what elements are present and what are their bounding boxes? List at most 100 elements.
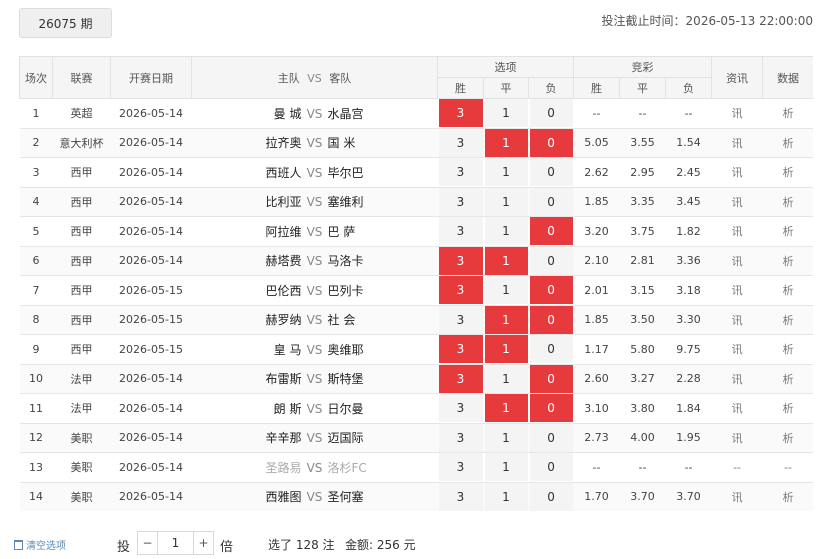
decrease-button[interactable]: −: [138, 532, 157, 554]
odds-draw: 3.75: [619, 216, 666, 247]
option-draw-button[interactable]: 1: [484, 335, 528, 364]
option-win-cell: 3: [437, 305, 484, 335]
option-draw-button[interactable]: 1: [484, 276, 528, 305]
option-win-button[interactable]: 3: [438, 482, 483, 511]
option-lose-button[interactable]: 0: [529, 217, 573, 246]
info-link[interactable]: 讯: [711, 187, 763, 217]
option-win-button[interactable]: 3: [438, 423, 483, 452]
match-no: 10: [19, 364, 53, 394]
option-win-button[interactable]: 3: [438, 394, 483, 423]
option-draw-cell: 1: [483, 334, 529, 365]
increase-button[interactable]: +: [194, 532, 213, 554]
data-link[interactable]: 析: [762, 246, 813, 276]
option-lose-button[interactable]: 0: [529, 453, 573, 482]
option-draw-button[interactable]: 1: [484, 305, 528, 334]
info-link[interactable]: 讯: [711, 157, 763, 188]
odds-win: 1.85: [573, 305, 620, 335]
option-draw-button[interactable]: 1: [484, 128, 528, 157]
info-link[interactable]: 讯: [711, 246, 763, 276]
away-team: 国 米: [327, 136, 356, 151]
option-win-cell: 3: [437, 364, 484, 394]
option-win-button[interactable]: 3: [438, 128, 483, 157]
data-link[interactable]: 析: [762, 187, 813, 217]
option-win-button[interactable]: 3: [438, 276, 483, 305]
option-win-button[interactable]: 3: [438, 217, 483, 246]
option-lose-button[interactable]: 0: [529, 99, 573, 128]
option-draw-button[interactable]: 1: [484, 394, 528, 423]
option-draw-button[interactable]: 1: [484, 99, 528, 128]
data-link[interactable]: 析: [762, 393, 813, 424]
home-team: 巴伦西: [265, 283, 302, 298]
home-team: 西班人: [265, 165, 302, 180]
odds-win: 1.85: [573, 187, 620, 217]
info-link[interactable]: 讯: [711, 98, 763, 129]
data-link[interactable]: 析: [762, 423, 813, 453]
data-link[interactable]: 析: [762, 334, 813, 365]
info-link[interactable]: 讯: [711, 364, 763, 394]
info-link[interactable]: 讯: [711, 334, 763, 365]
option-lose-button[interactable]: 0: [529, 158, 573, 187]
info-link[interactable]: 讯: [711, 216, 763, 247]
option-lose-button[interactable]: 0: [529, 305, 573, 334]
multiple-input[interactable]: 1: [157, 532, 194, 554]
match-teams: 拉齐奥 VS 国 米: [191, 128, 438, 158]
option-win-button[interactable]: 3: [438, 364, 483, 393]
match-no: 7: [19, 275, 53, 306]
option-lose-button[interactable]: 0: [529, 128, 573, 157]
data-link[interactable]: 析: [762, 157, 813, 188]
info-link[interactable]: 讯: [711, 305, 763, 335]
option-win-cell: 3: [437, 98, 484, 129]
header-league: 联赛: [52, 56, 111, 99]
data-link[interactable]: 析: [762, 98, 813, 129]
odds-win: 5.05: [573, 128, 620, 158]
away-team: 奥维耶: [327, 342, 364, 357]
info-link[interactable]: 讯: [711, 482, 763, 511]
data-link[interactable]: 析: [762, 275, 813, 306]
option-lose-button[interactable]: 0: [529, 246, 573, 275]
info-link[interactable]: 讯: [711, 423, 763, 453]
option-win-button[interactable]: 3: [438, 99, 483, 128]
info-link[interactable]: 讯: [711, 393, 763, 424]
match-row: 11 法甲 2026-05-14 朗 斯 VS 日尔曼 3 1 0 3.10 3.80 1.84 讯析: [19, 393, 813, 424]
option-draw-button[interactable]: 1: [484, 187, 528, 216]
option-win-button[interactable]: 3: [438, 246, 483, 275]
data-link[interactable]: 析: [762, 482, 813, 511]
data-link[interactable]: 析: [762, 364, 813, 394]
match-table-container[interactable]: 场次 联赛 开赛日期 主队 VS 客队 选项 竞彩 资讯 数据 胜 平 负 胜 …: [19, 56, 813, 511]
odds-draw: --: [619, 98, 666, 129]
option-win-button[interactable]: 3: [438, 453, 483, 482]
option-draw-button[interactable]: 1: [484, 453, 528, 482]
odds-lose: 3.45: [665, 187, 712, 217]
match-league: 西甲: [52, 157, 111, 188]
match-teams: 朗 斯 VS 日尔曼: [191, 393, 438, 424]
data-link[interactable]: 析: [762, 216, 813, 247]
option-draw-button[interactable]: 1: [484, 482, 528, 511]
option-lose-button[interactable]: 0: [529, 276, 573, 305]
match-row: 12 美职 2026-05-14 辛辛那 VS 迈国际 3 1 0 2.73 4.00 1.95 讯析: [19, 423, 813, 453]
header-away: 客队: [329, 71, 352, 85]
data-link[interactable]: 析: [762, 305, 813, 335]
option-lose-button[interactable]: 0: [529, 364, 573, 393]
option-lose-button[interactable]: 0: [529, 187, 573, 216]
info-link[interactable]: 讯: [711, 128, 763, 158]
option-lose-button[interactable]: 0: [529, 335, 573, 364]
option-win-button[interactable]: 3: [438, 187, 483, 216]
data-link[interactable]: 析: [762, 128, 813, 158]
match-league: 意大利杯: [52, 128, 111, 158]
option-win-button[interactable]: 3: [438, 335, 483, 364]
info-link[interactable]: 讯: [711, 275, 763, 306]
option-draw-button[interactable]: 1: [484, 423, 528, 452]
option-draw-button[interactable]: 1: [484, 246, 528, 275]
option-lose-button[interactable]: 0: [529, 482, 573, 511]
clear-options-button[interactable]: 清空选项: [14, 537, 66, 552]
option-lose-button[interactable]: 0: [529, 423, 573, 452]
option-draw-button[interactable]: 1: [484, 158, 528, 187]
trash-icon: [14, 540, 23, 550]
option-draw-button[interactable]: 1: [484, 217, 528, 246]
option-lose-button[interactable]: 0: [529, 394, 573, 423]
option-win-button[interactable]: 3: [438, 158, 483, 187]
issue-selector-button[interactable]: 26075 期: [19, 8, 112, 38]
option-draw-button[interactable]: 1: [484, 364, 528, 393]
option-win-button[interactable]: 3: [438, 305, 483, 334]
away-team: 毕尔巴: [327, 165, 364, 180]
